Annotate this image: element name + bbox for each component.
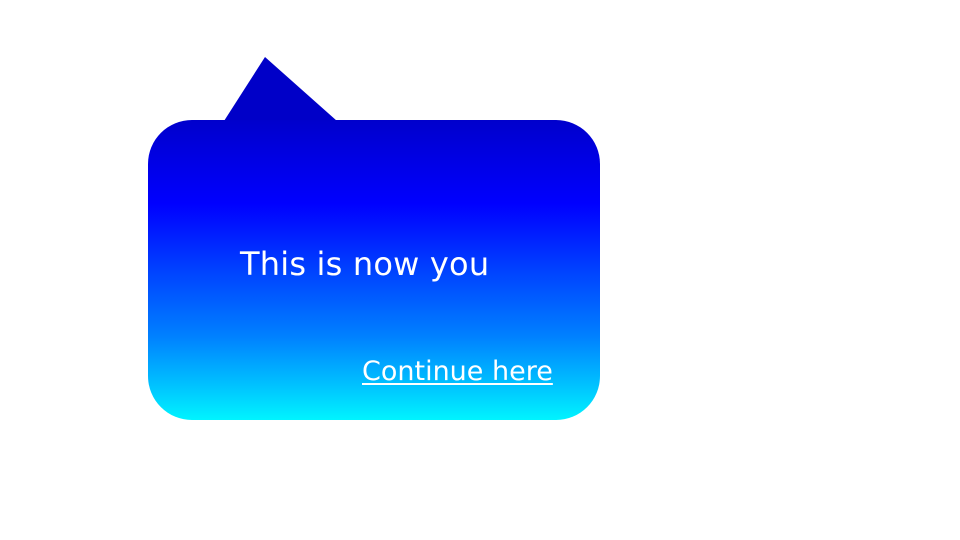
popup-message: This is now you xyxy=(240,245,490,283)
speech-bubble: This is now you Continue here xyxy=(148,57,600,420)
continue-here-link[interactable]: Continue here xyxy=(362,355,553,389)
page-canvas: This is now you Continue here xyxy=(0,0,960,540)
speech-bubble-body: This is now you Continue here xyxy=(148,120,600,420)
